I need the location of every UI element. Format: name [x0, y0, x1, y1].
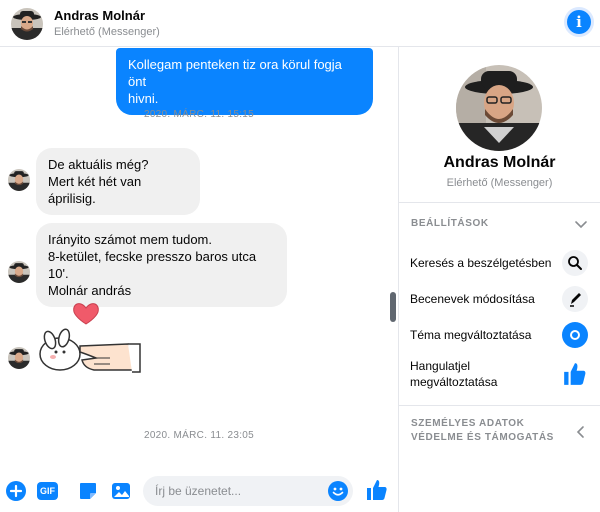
image-icon[interactable] [111, 481, 131, 501]
settings-section-header[interactable]: BEÁLLÍTÁSOK [411, 217, 489, 231]
change-theme-item[interactable]: Téma megváltoztatása [399, 318, 600, 352]
conversation-header: Andras Molnár Elérhető (Messenger) i [0, 0, 600, 47]
pencil-icon [562, 286, 588, 312]
section-divider [399, 202, 600, 203]
avatar[interactable] [11, 8, 43, 40]
message-line: 8-ketület, fecske presszo baros utca 10'… [48, 249, 257, 281]
info-icon[interactable]: i [567, 10, 591, 34]
plus-icon[interactable] [6, 481, 26, 501]
chevron-down-icon[interactable] [574, 218, 588, 232]
profile-name: Andras Molnár [443, 154, 556, 171]
profile-avatar[interactable] [456, 65, 542, 151]
composer: GIF [0, 465, 398, 512]
message-line: Kollegam penteken tiz ora körul fogja ön… [128, 57, 342, 89]
sticker-icon[interactable] [78, 481, 98, 501]
heart-finger-sticker[interactable] [36, 282, 146, 377]
message-line: Irányito számot mem tudom. [48, 232, 212, 247]
outgoing-message[interactable]: Kollegam penteken tiz ora körul fogja ön… [116, 48, 373, 115]
profile-status: Elérhető (Messenger) [446, 177, 553, 189]
item-label: Téma megváltoztatása [410, 328, 532, 342]
avatar[interactable] [8, 261, 30, 283]
incoming-message[interactable]: De aktuális még? Mert két hét van áprili… [36, 148, 200, 215]
section-divider [399, 405, 600, 406]
edit-nicknames-item[interactable]: Becenevek módosítása [399, 282, 600, 316]
message-list: Kollegam penteken tiz ora körul fogja ön… [0, 47, 398, 465]
item-label: Keresés a beszélgetésben [410, 256, 552, 270]
change-emoji-item[interactable]: Hangulatjel megváltoztatása [399, 355, 600, 395]
message-line: De aktuális még? [48, 157, 149, 172]
like-icon[interactable] [365, 478, 389, 502]
chevron-left-icon[interactable] [574, 425, 588, 439]
timestamp: 2020. MÁRC. 11. 15:15 [143, 109, 255, 120]
item-label-line2: megváltoztatása [410, 375, 498, 389]
scrollbar[interactable] [390, 292, 396, 322]
emoji-icon[interactable] [328, 481, 348, 501]
gif-label: GIF [40, 486, 55, 496]
message-line: hivni. [128, 91, 159, 106]
message-input[interactable] [143, 476, 353, 506]
item-label-line1: Hangulatjel [410, 359, 471, 373]
message-line: Mert két hét van áprilisig. [48, 174, 142, 206]
timestamp: 2020. MÁRC. 11. 23:05 [143, 430, 255, 441]
privacy-header-line2: VÉDELME ÉS TÁMOGATÁS [411, 432, 554, 443]
thumbs-up-icon [562, 361, 588, 387]
search-in-conversation-item[interactable]: Keresés a beszélgetésben [399, 246, 600, 280]
privacy-section-header[interactable]: SZEMÉLYES ADATOK VÉDELME ÉS TÁMOGATÁS [411, 417, 554, 445]
theme-icon [562, 322, 588, 348]
search-icon [562, 250, 588, 276]
avatar[interactable] [8, 347, 30, 369]
item-label: Becenevek módosítása [410, 292, 535, 306]
privacy-header-line1: SZEMÉLYES ADATOK [411, 418, 525, 429]
contact-name: Andras Molnár [54, 8, 146, 23]
gif-icon[interactable]: GIF [37, 482, 58, 500]
conversation-details-panel: Andras Molnár Elérhető (Messenger) BEÁLL… [399, 47, 600, 512]
avatar[interactable] [8, 169, 30, 191]
contact-status: Elérhető (Messenger) [54, 26, 160, 38]
